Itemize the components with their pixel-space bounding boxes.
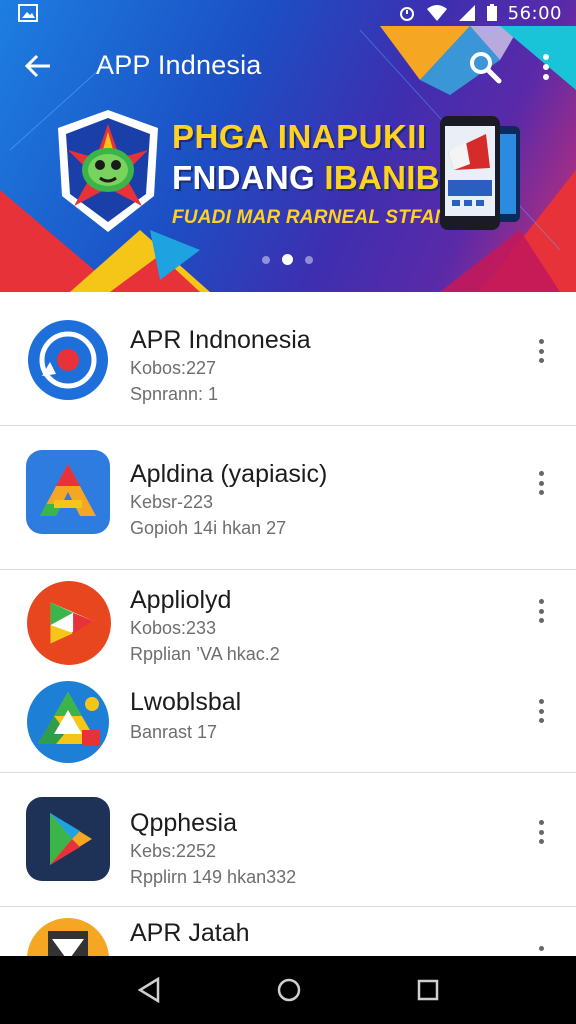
list-item[interactable]: Appliolyd Kobos:233 Rpplian ’VA hkac.2	[0, 570, 576, 670]
app-meta-2: Spnrann: 1	[130, 384, 219, 404]
list-item[interactable]: Qpphesia Kebs:2252 Rpplirn 149 hkan332	[0, 773, 576, 906]
wifi-icon	[426, 5, 447, 21]
app-meta-1: Kebsr-223	[130, 492, 214, 512]
app-name: Lwoblsbal	[130, 688, 242, 716]
item-more-icon[interactable]	[530, 943, 552, 956]
play-triangle-app-icon	[27, 581, 111, 665]
item-more-icon[interactable]	[530, 817, 552, 847]
item-more-icon[interactable]	[530, 468, 552, 498]
app-name: Apldina (yapiasic)	[130, 460, 328, 488]
status-right: 56:00	[398, 3, 562, 24]
carousel-dot-2[interactable]	[282, 254, 293, 265]
status-bar: 56:00	[0, 0, 576, 26]
list-item[interactable]: APR Jatah	[0, 907, 576, 956]
battery-icon	[486, 4, 497, 21]
item-more-icon[interactable]	[530, 336, 552, 366]
app-name: Appliolyd	[130, 586, 232, 614]
carousel-dot-3[interactable]	[305, 255, 313, 264]
recents-square-icon[interactable]	[417, 979, 439, 1001]
banner-logo	[58, 110, 158, 232]
more-vert-icon[interactable]	[534, 50, 558, 84]
search-icon[interactable]	[468, 50, 502, 84]
image-icon	[18, 4, 38, 22]
app-meta-1: Kebs:2252	[130, 841, 217, 861]
system-nav-bar	[0, 956, 576, 1024]
home-circle-icon[interactable]	[276, 977, 302, 1003]
app-name: APR Jatah	[130, 919, 250, 947]
banner-phone-image	[440, 116, 520, 230]
app-bar: APP Indnesia	[0, 26, 576, 106]
triangle-a-app-icon	[26, 450, 110, 534]
play-store-app-icon	[26, 797, 110, 881]
app-meta-2: Rpplian ’VA hkac.2	[130, 644, 280, 664]
carousel-dot-1[interactable]	[262, 255, 270, 264]
app-meta-2: Rpplirn 149 hkan332	[130, 867, 297, 887]
app-meta-1: Kobos:233	[130, 618, 217, 638]
list-item[interactable]: APR Indnonesia Kobos:227 Spnrann: 1	[0, 292, 576, 425]
banner-subheadline: FNDANG IBANIBA	[172, 156, 464, 200]
app-name: APR Indnonesia	[130, 326, 311, 354]
page-title: APP Indnesia	[96, 50, 262, 80]
box-app-icon	[27, 918, 109, 956]
list-item[interactable]: Apldina (yapiasic) Kebsr-223 Gopioh 14i …	[0, 426, 576, 569]
signal-icon	[458, 5, 475, 21]
status-time: 56:00	[507, 2, 562, 24]
carousel-indicator[interactable]	[262, 254, 313, 265]
item-more-icon[interactable]	[530, 596, 552, 626]
banner-headline: PHGA INAPUKII	[172, 118, 427, 155]
alarm-icon	[399, 7, 414, 21]
list-item[interactable]: Lwoblsbal Banrast 17	[0, 672, 576, 772]
app-meta-1: Banrast 17	[130, 722, 218, 742]
banner-text: PHGA INAPUKII FNDANG IBANIBA FUADI MAR R…	[172, 118, 464, 234]
back-arrow-icon[interactable]	[22, 50, 54, 82]
target-app-icon	[28, 320, 108, 400]
banner-tagline: FUADI MAR RARNEAL STFAN	[172, 207, 449, 228]
app-meta-2: Gopioh 14i hkan 27	[130, 518, 287, 538]
item-more-icon[interactable]	[530, 696, 552, 726]
app-name: Qpphesia	[130, 809, 238, 837]
drive-app-icon	[27, 681, 109, 763]
back-triangle-icon[interactable]	[137, 977, 161, 1003]
app-meta-1: Kobos:227	[130, 358, 217, 378]
status-left	[18, 4, 38, 22]
banner-subheadline-white: FNDANG	[172, 159, 325, 196]
